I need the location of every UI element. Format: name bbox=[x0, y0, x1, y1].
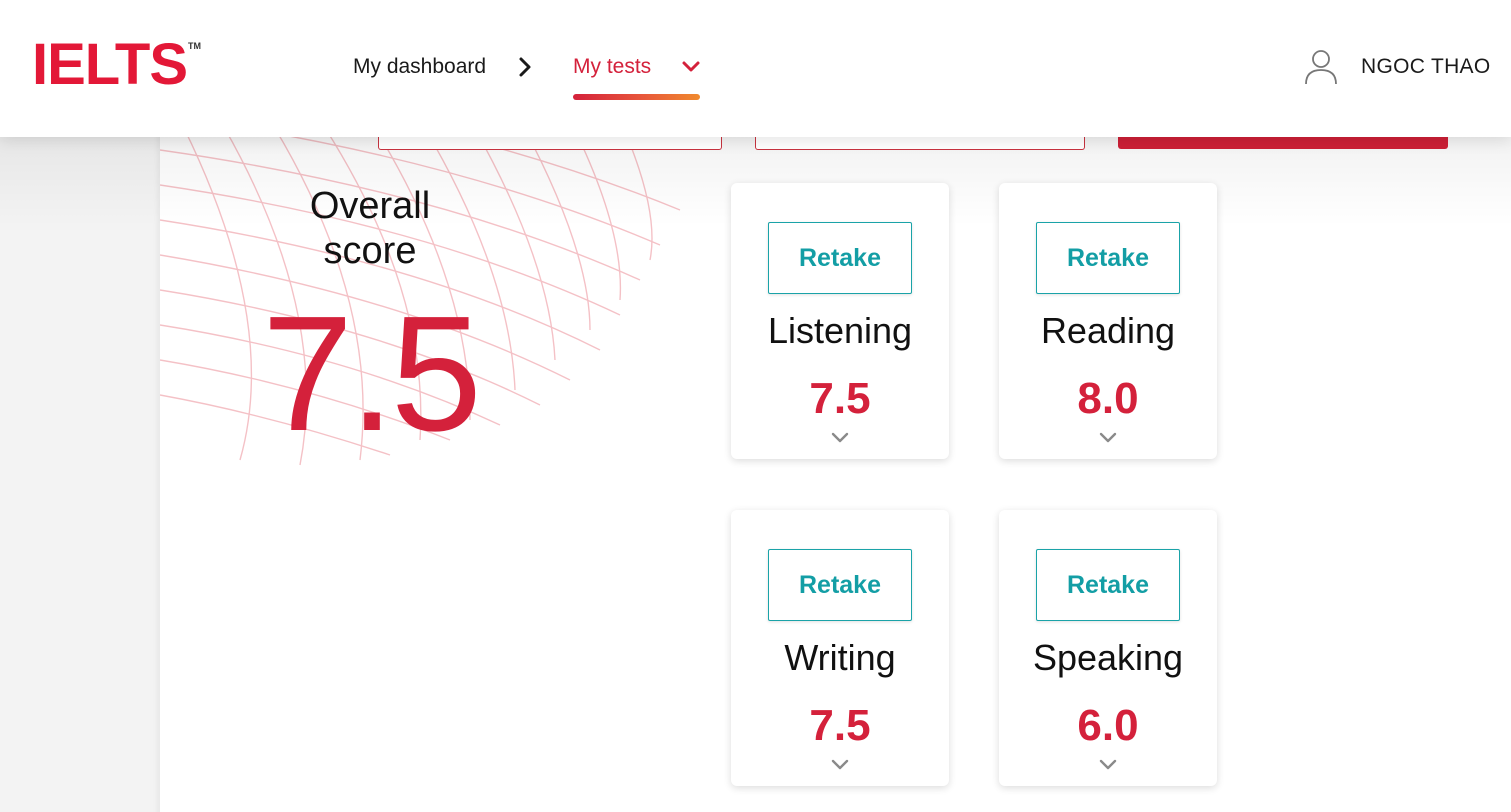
overall-score-label: Overall score bbox=[250, 184, 490, 274]
retake-button[interactable]: Retake bbox=[768, 222, 912, 294]
top-header: IELTS TM My dashboard My tests NGOC THAO bbox=[0, 0, 1511, 137]
overall-score-label-text: Overall score bbox=[309, 185, 431, 272]
logo-trademark: TM bbox=[188, 41, 202, 51]
chevron-down-icon[interactable] bbox=[830, 432, 850, 444]
chevron-down-icon[interactable] bbox=[1098, 432, 1118, 444]
section-title: Listening bbox=[767, 310, 913, 351]
section-score: 6.0 bbox=[1077, 701, 1139, 750]
user-icon[interactable] bbox=[1304, 48, 1338, 86]
score-card-reading: Retake Reading 8.0 bbox=[999, 183, 1217, 459]
retake-button[interactable]: Retake bbox=[1036, 549, 1180, 621]
nav-my-tests[interactable]: My tests bbox=[573, 54, 651, 80]
retake-button[interactable]: Retake bbox=[768, 549, 912, 621]
page: IELTS TM My dashboard My tests NGOC THAO… bbox=[0, 0, 1511, 812]
ielts-logo[interactable]: IELTS TM bbox=[32, 36, 201, 94]
user-name[interactable]: NGOC THAO bbox=[1361, 54, 1491, 80]
section-title: Speaking bbox=[1032, 637, 1184, 678]
score-card-speaking: Retake Speaking 6.0 bbox=[999, 510, 1217, 786]
score-card-writing: Retake Writing 7.5 bbox=[731, 510, 949, 786]
section-title: Writing bbox=[784, 637, 896, 678]
section-score: 7.5 bbox=[809, 374, 871, 423]
overall-score-value: 7.5 bbox=[262, 282, 482, 465]
breadcrumb-my-dashboard[interactable]: My dashboard bbox=[353, 54, 486, 80]
chevron-down-icon[interactable] bbox=[681, 58, 701, 76]
section-score: 8.0 bbox=[1077, 374, 1139, 423]
section-title: Reading bbox=[1040, 310, 1176, 351]
chevron-down-icon[interactable] bbox=[830, 759, 850, 771]
active-nav-underline bbox=[573, 94, 700, 100]
retake-button[interactable]: Retake bbox=[1036, 222, 1180, 294]
chevron-down-icon[interactable] bbox=[1098, 759, 1118, 771]
logo-text: IELTS bbox=[32, 32, 188, 97]
section-score: 7.5 bbox=[809, 701, 871, 750]
chevron-right-icon bbox=[519, 57, 531, 77]
score-card-listening: Retake Listening 7.5 bbox=[731, 183, 949, 459]
